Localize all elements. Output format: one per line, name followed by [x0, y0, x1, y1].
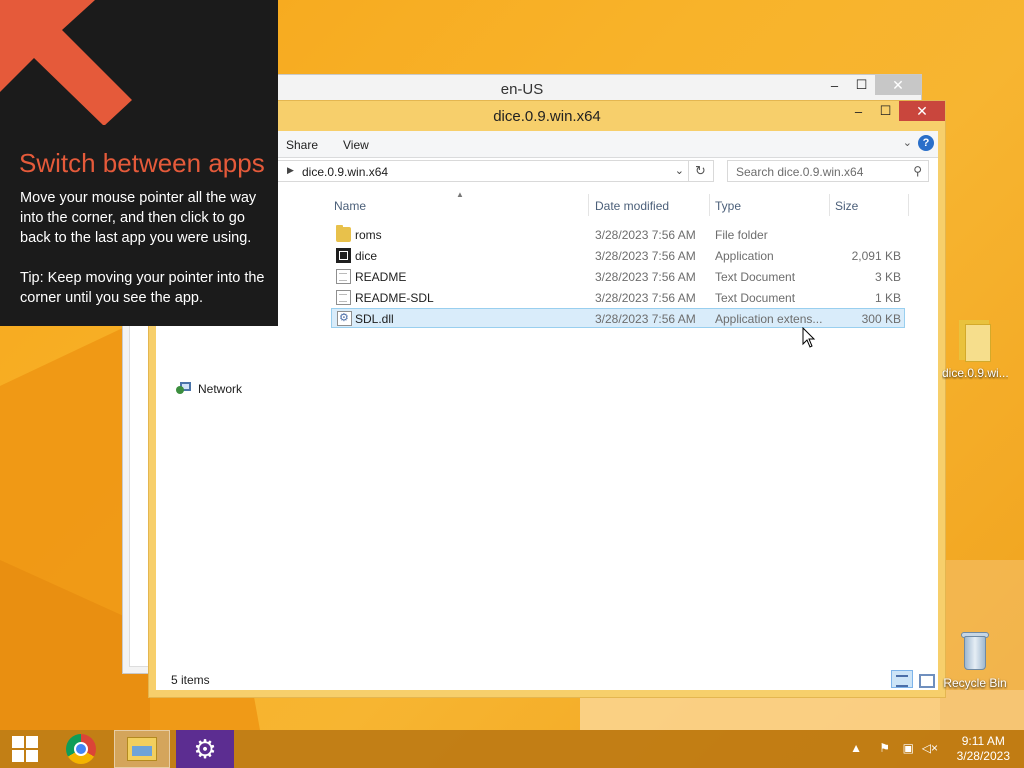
- file-type: Text Document: [715, 270, 796, 284]
- nav-item-label: Network: [198, 382, 243, 396]
- breadcrumb-arrow-icon[interactable]: ▶: [287, 165, 294, 176]
- desktop-icon-label: dice.0.9.wi...: [942, 366, 1008, 380]
- dll-icon: [337, 311, 352, 326]
- file-name: roms: [355, 228, 382, 242]
- desktop-icon-dice-folder[interactable]: dice.0.9.wi...: [942, 318, 1008, 380]
- maximize-button[interactable]: ☐: [872, 101, 899, 121]
- file-date: 3/28/2023 7:56 AM: [595, 312, 696, 326]
- file-explorer-icon: [127, 737, 157, 761]
- file-type: Application: [715, 249, 774, 263]
- file-type: Text Document: [715, 291, 796, 305]
- close-button[interactable]: ✕: [899, 101, 945, 121]
- text-document-icon: [336, 290, 351, 305]
- minimize-button[interactable]: –: [845, 101, 872, 121]
- large-icons-view-button[interactable]: [914, 670, 936, 688]
- breadcrumb[interactable]: dice.0.9.win.x64: [302, 165, 388, 179]
- clock[interactable]: 9:11 AM 3/28/2023: [957, 734, 1010, 764]
- taskbar: ⚙ ▲ ⚑ ▣ ◁× 9:11 AM 3/28/2023: [0, 730, 1024, 768]
- switch-apps-tip: Switch between apps Move your mouse poin…: [0, 0, 278, 326]
- file-row-selected[interactable]: SDL.dll 3/28/2023 7:56 AM Application ex…: [331, 308, 905, 328]
- clock-date: 3/28/2023: [956, 749, 1010, 763]
- text-document-icon: [336, 269, 351, 284]
- file-type: Application extens...: [715, 312, 823, 326]
- folder-icon: [336, 225, 351, 242]
- desktop-icon-recycle-bin[interactable]: Recycle Bin: [942, 630, 1008, 690]
- tip-body: Move your mouse pointer all the way into…: [20, 190, 257, 246]
- minimize-button[interactable]: –: [821, 75, 848, 95]
- start-button[interactable]: [0, 730, 50, 768]
- file-date: 3/28/2023 7:56 AM: [595, 291, 696, 305]
- column-header-name[interactable]: Name: [334, 199, 366, 213]
- maximize-button[interactable]: ☐: [848, 75, 875, 95]
- file-size: 1 KB: [874, 291, 901, 305]
- file-name: dice: [355, 249, 378, 263]
- help-icon[interactable]: ?: [918, 135, 934, 151]
- file-size: 2,091 KB: [851, 249, 901, 263]
- search-input[interactable]: Search dice.0.9.win.x64 ⚲: [727, 160, 929, 182]
- address-bar[interactable]: ▶ dice.0.9.win.x64 ⌄: [277, 160, 689, 182]
- clock-time: 9:11 AM: [961, 734, 1005, 748]
- network-icon: [176, 382, 192, 396]
- file-size: 300 KB: [861, 312, 901, 326]
- file-row[interactable]: roms 3/28/2023 7:56 AM File folder: [331, 225, 905, 245]
- action-center-flag-icon[interactable]: ⚑: [879, 741, 890, 755]
- taskbar-settings[interactable]: ⚙: [176, 730, 234, 768]
- sort-ascending-icon: ▲: [456, 190, 464, 199]
- column-header-date[interactable]: Date modified: [595, 199, 669, 213]
- mouse-cursor-icon: [802, 327, 816, 348]
- refresh-button[interactable]: ↻: [688, 160, 714, 182]
- tip-heading: Switch between apps: [19, 148, 265, 178]
- taskbar-file-explorer[interactable]: [114, 730, 170, 768]
- file-date: 3/28/2023 7:56 AM: [595, 228, 696, 242]
- tab-view[interactable]: View: [343, 138, 369, 152]
- file-date: 3/28/2023 7:56 AM: [595, 270, 696, 284]
- file-list: ▲ Name Date modified Type Size roms 3/28…: [331, 190, 938, 668]
- details-view-button[interactable]: [891, 670, 913, 688]
- nav-item-network[interactable]: Network: [176, 382, 242, 396]
- file-size: 3 KB: [874, 270, 901, 284]
- file-type: File folder: [715, 228, 768, 242]
- close-button[interactable]: ✕: [875, 75, 921, 95]
- show-hidden-icons-icon[interactable]: ▲: [850, 741, 862, 755]
- status-bar: 5 items: [156, 668, 938, 690]
- application-icon: [336, 248, 351, 263]
- recycle-bin-icon: [958, 630, 992, 672]
- tab-share[interactable]: Share: [286, 138, 318, 152]
- file-row[interactable]: README-SDL 3/28/2023 7:56 AM Text Docume…: [331, 288, 905, 308]
- file-name: README: [355, 270, 407, 284]
- folder-icon: [957, 318, 993, 362]
- column-header-type[interactable]: Type: [715, 199, 741, 213]
- windows-logo-icon: [12, 736, 38, 762]
- file-row[interactable]: dice 3/28/2023 7:56 AM Application 2,091…: [331, 246, 905, 266]
- file-date: 3/28/2023 7:56 AM: [595, 249, 696, 263]
- chrome-icon: [66, 734, 96, 764]
- desktop-icon-label: Recycle Bin: [943, 676, 1007, 690]
- corner-arrow-icon: [0, 0, 132, 125]
- file-row[interactable]: README 3/28/2023 7:56 AM Text Document 3…: [331, 267, 905, 287]
- taskbar-chrome[interactable]: [58, 730, 104, 768]
- chevron-down-icon[interactable]: ⌄: [675, 164, 684, 177]
- search-placeholder: Search dice.0.9.win.x64: [736, 165, 864, 179]
- network-status-icon[interactable]: ▣: [903, 741, 914, 755]
- volume-muted-icon[interactable]: ◁×: [922, 741, 938, 755]
- gear-icon: ⚙: [193, 734, 217, 764]
- file-name: README-SDL: [355, 291, 434, 305]
- tip-hint: Tip: Keep moving your pointer into the c…: [20, 270, 265, 306]
- search-icon[interactable]: ⚲: [913, 164, 922, 178]
- column-header-size[interactable]: Size: [835, 199, 858, 213]
- item-count: 5 items: [171, 673, 210, 687]
- chevron-down-icon[interactable]: ⌄: [903, 136, 912, 149]
- file-name: SDL.dll: [355, 312, 394, 326]
